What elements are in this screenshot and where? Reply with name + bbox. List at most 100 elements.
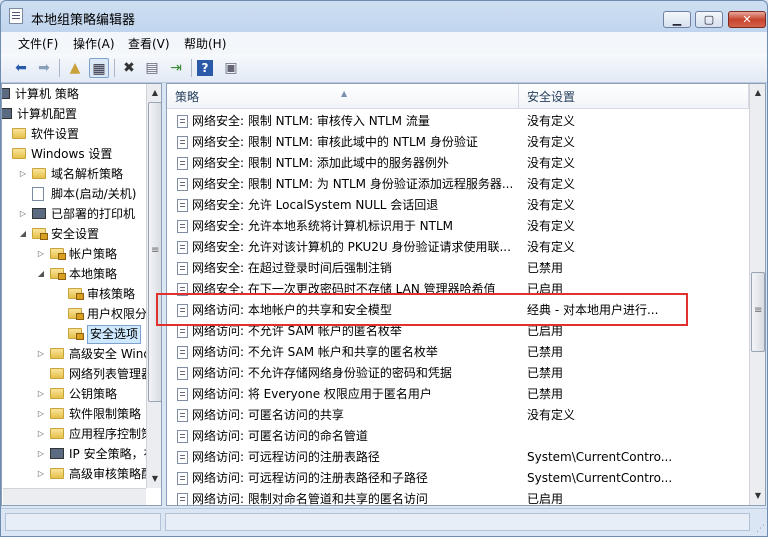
table-row[interactable]: 网络访问: 可匿名访问的命名管道 [167,426,749,447]
tree-scroll-thumb[interactable] [148,102,161,402]
table-row[interactable]: 网络安全: 允许本地系统将计算机标识用于 NTLM 没有定义 [167,216,749,237]
tree-item-label: 计算机配置 [17,107,78,121]
back-arrow-icon[interactable]: ⬅ [11,58,31,78]
security-setting-value: System\CurrentContro... [527,471,673,485]
policy-name: 网络访问: 可匿名访问的命名管道 [192,429,368,443]
folder-icon [32,168,46,179]
table-row[interactable]: 网络访问: 不允许存储网络身份验证的密码和凭据 已禁用 [167,363,749,384]
table-row[interactable]: 网络安全: 限制 NTLM: 审核传入 NTLM 流量 没有定义 [167,111,749,132]
security-folder-icon [50,248,66,260]
status-segment-left [5,513,161,531]
close-button[interactable]: ✕ [728,11,766,28]
security-setting-value: 已禁用 [527,345,564,359]
show-hide-tree-icon[interactable]: ▦ [89,58,109,78]
policy-name: 网络访问: 不允许 SAM 帐户和共享的匿名枚举 [192,345,438,359]
table-row[interactable]: 网络安全: 在超过登录时间后强制注销 已禁用 [167,258,749,279]
folder-icon [50,368,64,379]
security-folder-icon [32,228,48,240]
policy-name: 网络访问: 限制对命名管道和共享的匿名访问 [192,492,428,506]
table-row[interactable]: 网络访问: 可远程访问的注册表路径和子路径 System\CurrentContr… [167,468,749,489]
column-header-setting[interactable]: 安全设置 [519,84,749,109]
toolbar-separator [114,59,115,77]
policy-icon [177,493,188,505]
scroll-up-icon[interactable]: ▲ [147,84,161,101]
policy-icon [177,409,188,422]
expanded-arrow-icon[interactable]: ◢ [36,264,46,284]
computer-icon [2,108,12,119]
menu-action[interactable]: 操作(A) [73,35,115,52]
export-list-icon[interactable]: ⇥ [166,58,186,78]
up-folder-icon[interactable]: ▲ [65,58,85,78]
tree-item-label: 本地策略 [69,267,118,281]
list-scroll-thumb[interactable] [751,272,765,352]
script-doc-icon [32,187,44,201]
tree-horizontal-scrollbar[interactable] [3,488,146,505]
security-setting-value: 已禁用 [527,261,564,275]
forward-arrow-icon[interactable]: ➡ [34,58,54,78]
collapsed-arrow-icon[interactable]: ▷ [36,464,46,484]
table-row[interactable]: 网络安全: 允许对该计算机的 PKU2U 身份验证请求使用联... 没有定义 [167,237,749,258]
collapsed-arrow-icon[interactable]: ▷ [36,344,46,364]
menu-file[interactable]: 文件(F) [18,35,58,52]
menu-view[interactable]: 查看(V) [128,35,170,52]
policy-icon [177,157,188,170]
column-header-policy[interactable]: ▲ 策略 [167,84,519,109]
list-vertical-scrollbar[interactable]: ▲ ▼ [749,84,765,505]
table-row[interactable]: 网络安全: 允许 LocalSystem NULL 会话回退 没有定义 [167,195,749,216]
expanded-arrow-icon[interactable]: ◢ [18,224,28,244]
computer-icon [32,208,46,219]
security-folder-icon [50,268,66,280]
policy-name: 网络安全: 限制 NTLM: 审核此域中的 NTLM 身份验证 [192,135,478,149]
tree-item-label: IP 安全策略，在 [69,447,156,461]
security-setting-value: 没有定义 [527,135,576,149]
scroll-down-icon[interactable]: ▼ [147,470,161,487]
security-setting-value: 已禁用 [527,366,564,380]
policy-icon [177,472,188,485]
highlight-box [156,293,688,326]
collapsed-arrow-icon[interactable]: ▷ [36,384,46,404]
scroll-up-icon[interactable]: ▲ [750,84,765,101]
collapsed-arrow-icon[interactable]: ▷ [36,424,46,444]
resize-grip-icon[interactable]: ⋰ [753,523,765,535]
collapsed-arrow-icon[interactable]: ▷ [36,404,46,424]
security-setting-value: 已禁用 [527,387,564,401]
collapsed-arrow-icon[interactable]: ▷ [36,244,46,264]
window-title: 本地组策略编辑器 [31,13,136,28]
policy-icon [177,262,188,275]
table-row[interactable]: 网络安全: 限制 NTLM: 添加此域中的服务器例外 没有定义 [167,153,749,174]
collapsed-arrow-icon[interactable]: ▷ [18,204,28,224]
collapsed-arrow-icon[interactable]: ▷ [36,444,46,464]
toolbar-separator [59,59,60,77]
tree-item-label: Windows 设置 [31,147,113,161]
table-row[interactable]: 网络访问: 不允许 SAM 帐户和共享的匿名枚举 已禁用 [167,342,749,363]
tree-item-label: 高级安全 Wind [69,347,151,361]
table-row[interactable]: 网络访问: 限制对命名管道和共享的匿名访问 已启用 [167,489,749,506]
tree-item-label: 脚本(启动/关机) [51,187,137,201]
delete-icon[interactable]: ✖ [119,58,139,78]
tree-item-label: 网络列表管理器 [69,367,154,381]
collapsed-arrow-icon[interactable]: ▷ [18,164,28,184]
policy-icon [177,430,188,443]
table-row[interactable]: 网络访问: 可匿名访问的共享 没有定义 [167,405,749,426]
policy-icon [177,115,188,128]
help-icon[interactable]: ? [197,60,213,76]
table-row[interactable]: 网络访问: 可远程访问的注册表路径 System\CurrentContro... [167,447,749,468]
view-icon[interactable]: ▣ [221,58,241,78]
sort-ascending-icon: ▲ [341,89,348,98]
maximize-button[interactable]: ▢ [695,11,723,28]
table-row[interactable]: 网络安全: 限制 NTLM: 审核此域中的 NTLM 身份验证 没有定义 [167,132,749,153]
scroll-down-icon[interactable]: ▼ [750,487,765,504]
tree-vertical-scrollbar[interactable]: ▲ ▼ [146,84,161,488]
minimize-button[interactable]: ▁ [663,11,691,28]
security-folder-icon [68,308,84,320]
tree-item-label: 域名解析策略 [51,167,124,181]
table-row[interactable]: 网络安全: 限制 NTLM: 为 NTLM 身份验证添加远程服务器... 没有定义 [167,174,749,195]
table-row[interactable]: 网络访问: 将 Everyone 权限应用于匿名用户 已禁用 [167,384,749,405]
properties-icon[interactable]: ▤ [142,58,162,78]
column-header-setting-label: 安全设置 [527,90,576,104]
menu-help[interactable]: 帮助(H) [184,35,226,52]
security-setting-value: 没有定义 [527,408,576,422]
status-bar: ⋰ [1,508,767,536]
policy-name: 网络访问: 可远程访问的注册表路径 [192,450,380,464]
tree-item-label: 软件限制策略 [69,407,142,421]
